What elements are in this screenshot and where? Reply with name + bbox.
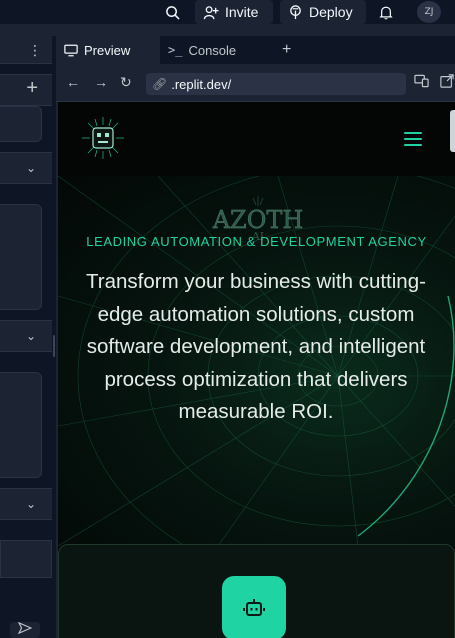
left-pane-footer	[0, 540, 52, 578]
send-button[interactable]	[10, 621, 40, 638]
devtools-icon[interactable]	[414, 74, 429, 91]
chevron-down-icon: ⌄	[25, 161, 36, 175]
left-pane-section[interactable]: ⌄	[0, 488, 52, 520]
left-pane-toolbar: +	[0, 74, 52, 106]
open-new-window-icon[interactable]	[440, 74, 454, 91]
back-arrow-icon[interactable]: ←	[66, 74, 80, 90]
resize-handle[interactable]	[53, 335, 55, 357]
deploy-icon	[290, 4, 301, 19]
invite-button[interactable]: Invite	[195, 0, 273, 24]
robot-feature-button[interactable]	[222, 576, 286, 638]
left-pane-section[interactable]: ⌄	[0, 152, 52, 184]
preview-url-bar: ← → ↻ 🔗︎ .replit.dev/	[56, 64, 455, 102]
invite-label: Invite	[225, 4, 259, 20]
terminal-icon: >_	[168, 43, 183, 57]
azoth-logo-icon[interactable]	[80, 115, 126, 161]
left-pane-card[interactable]	[0, 372, 42, 478]
avatar[interactable]: ZJ	[417, 1, 441, 23]
avatar-initials: ZJ	[424, 7, 434, 17]
add-icon[interactable]: +	[26, 77, 38, 100]
url-text: .replit.dev/	[171, 76, 232, 92]
more-options-icon[interactable]: ⋮	[28, 42, 42, 59]
left-pane-section[interactable]: ⌄	[0, 320, 52, 352]
device-toggle-tab[interactable]	[450, 110, 455, 152]
workspace-tabs: Preview >_ Console +	[56, 36, 455, 64]
add-user-icon	[203, 5, 219, 19]
tagline: LEADING AUTOMATION & DEVELOPMENT AGENCY	[86, 234, 427, 249]
reload-icon[interactable]: ↻	[120, 74, 132, 91]
tab-preview[interactable]: Preview	[56, 36, 160, 64]
monitor-icon	[64, 44, 78, 56]
hero-description: Transform your business with cutting-edg…	[86, 270, 426, 423]
tab-console[interactable]: >_ Console	[160, 36, 264, 64]
forward-arrow-icon[interactable]: →	[94, 74, 108, 90]
top-bar: Invite Deploy ZJ	[0, 0, 455, 24]
tab-label: Preview	[84, 42, 131, 58]
link-icon: 🔗︎	[152, 77, 168, 91]
left-pane-card[interactable]	[0, 106, 42, 142]
notifications-button[interactable]	[376, 0, 396, 24]
url-input[interactable]: 🔗︎ .replit.dev/	[146, 73, 406, 95]
left-pane: ⋮ + ⌄ ⌄ ⌄	[0, 36, 52, 638]
chevron-down-icon: ⌄	[25, 497, 36, 511]
site-header	[58, 102, 455, 176]
menu-icon[interactable]	[404, 132, 422, 146]
left-pane-header: ⋮	[0, 36, 52, 64]
deploy-button[interactable]: Deploy	[280, 0, 366, 24]
chevron-down-icon: ⌄	[25, 329, 36, 343]
plus-icon: +	[282, 41, 292, 58]
deploy-label: Deploy	[309, 4, 353, 20]
robot-icon	[243, 599, 265, 616]
search-icon	[165, 5, 180, 20]
hero-section: AZOTH AI LEADING AUTOMATION & DEVELOPMEN…	[58, 176, 455, 546]
left-pane-card[interactable]	[0, 204, 42, 310]
send-icon	[17, 621, 33, 635]
bell-icon	[379, 6, 393, 19]
new-tab-button[interactable]: +	[274, 36, 294, 64]
search-button[interactable]	[163, 0, 181, 24]
tab-label: Console	[188, 42, 237, 58]
site-preview: AZOTH AI LEADING AUTOMATION & DEVELOPMEN…	[58, 102, 455, 638]
